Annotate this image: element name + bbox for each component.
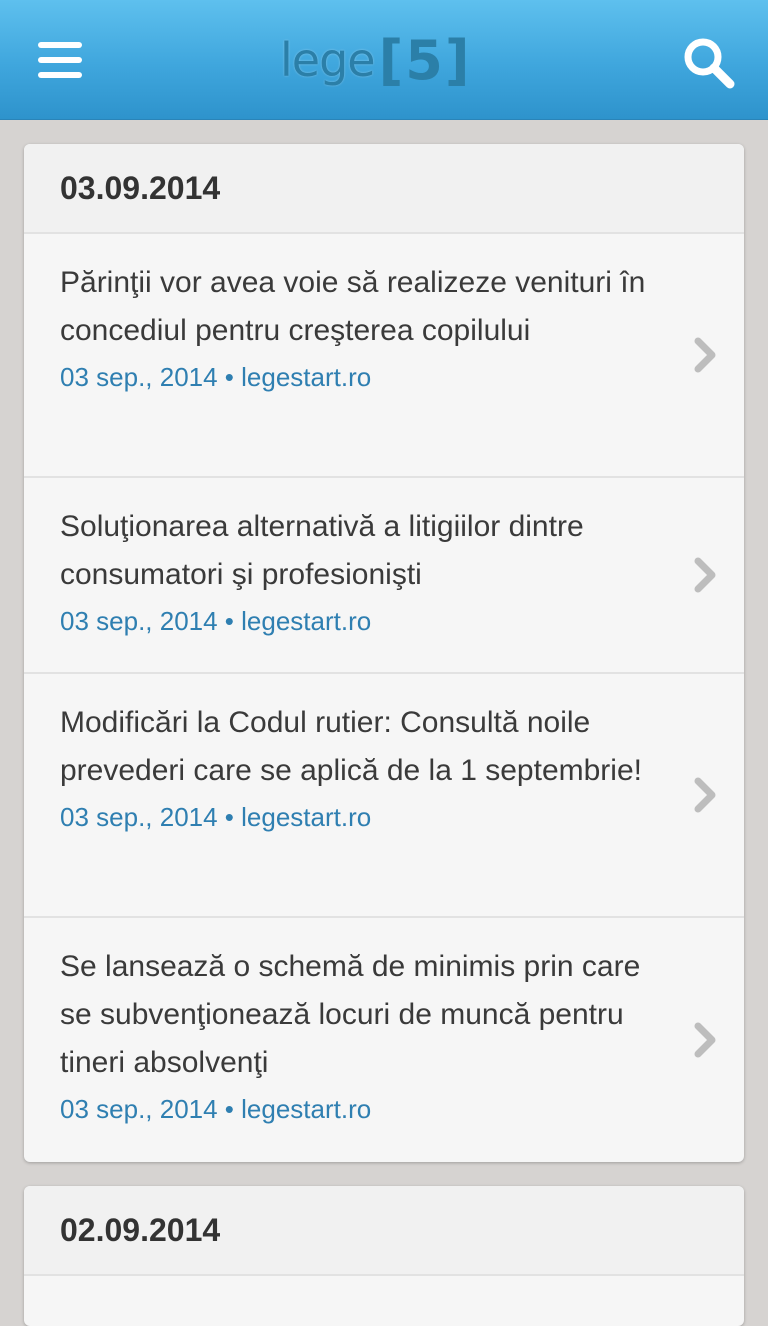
chevron-right-icon (694, 1022, 716, 1058)
search-button[interactable] (680, 34, 736, 90)
news-meta: 03 sep., 2014 • legestart.ro (60, 1094, 372, 1124)
group-date-header: 02.09.2014 (24, 1186, 744, 1276)
news-meta: 03 sep., 2014 • legestart.ro (60, 802, 372, 832)
chevron-right-icon (694, 337, 716, 373)
group-date-header: 03.09.2014 (24, 144, 744, 234)
news-group-card: 03.09.2014 Părinţii vor avea voie să rea… (24, 144, 744, 1162)
search-icon (684, 38, 735, 89)
news-title: Se lansează o schemă de minimis prin car… (60, 950, 641, 1079)
top-app-bar: lege [5] (0, 0, 768, 120)
hamburger-line (38, 57, 82, 63)
chevron-right-icon (694, 557, 716, 593)
news-meta: 03 sep., 2014 • legestart.ro (60, 362, 372, 392)
news-group-card: 02.09.2014 (24, 1186, 744, 1326)
menu-button[interactable] (36, 42, 84, 80)
news-list-item[interactable]: Părinţii vor avea voie să realizeze veni… (24, 234, 744, 478)
logo-number: [5] (378, 28, 472, 92)
news-list-item[interactable]: Soluţionarea alternativă a litigiilor di… (24, 478, 744, 674)
hamburger-menu-icon (38, 42, 82, 48)
hamburger-line (38, 72, 82, 78)
app-logo[interactable]: lege [5] (280, 24, 490, 96)
news-title: Modificări la Codul rutier: Consultă noi… (60, 706, 642, 787)
news-title: Părinţii vor avea voie să realizeze veni… (60, 266, 646, 347)
news-list-item[interactable]: Se lansează o schemă de minimis prin car… (24, 918, 744, 1162)
news-list-item[interactable]: Modificări la Codul rutier: Consultă noi… (24, 674, 744, 918)
news-title: Soluţionarea alternativă a litigiilor di… (60, 510, 584, 591)
news-meta: 03 sep., 2014 • legestart.ro (60, 606, 372, 636)
logo-word: lege (280, 33, 376, 87)
chevron-right-icon (694, 777, 716, 813)
